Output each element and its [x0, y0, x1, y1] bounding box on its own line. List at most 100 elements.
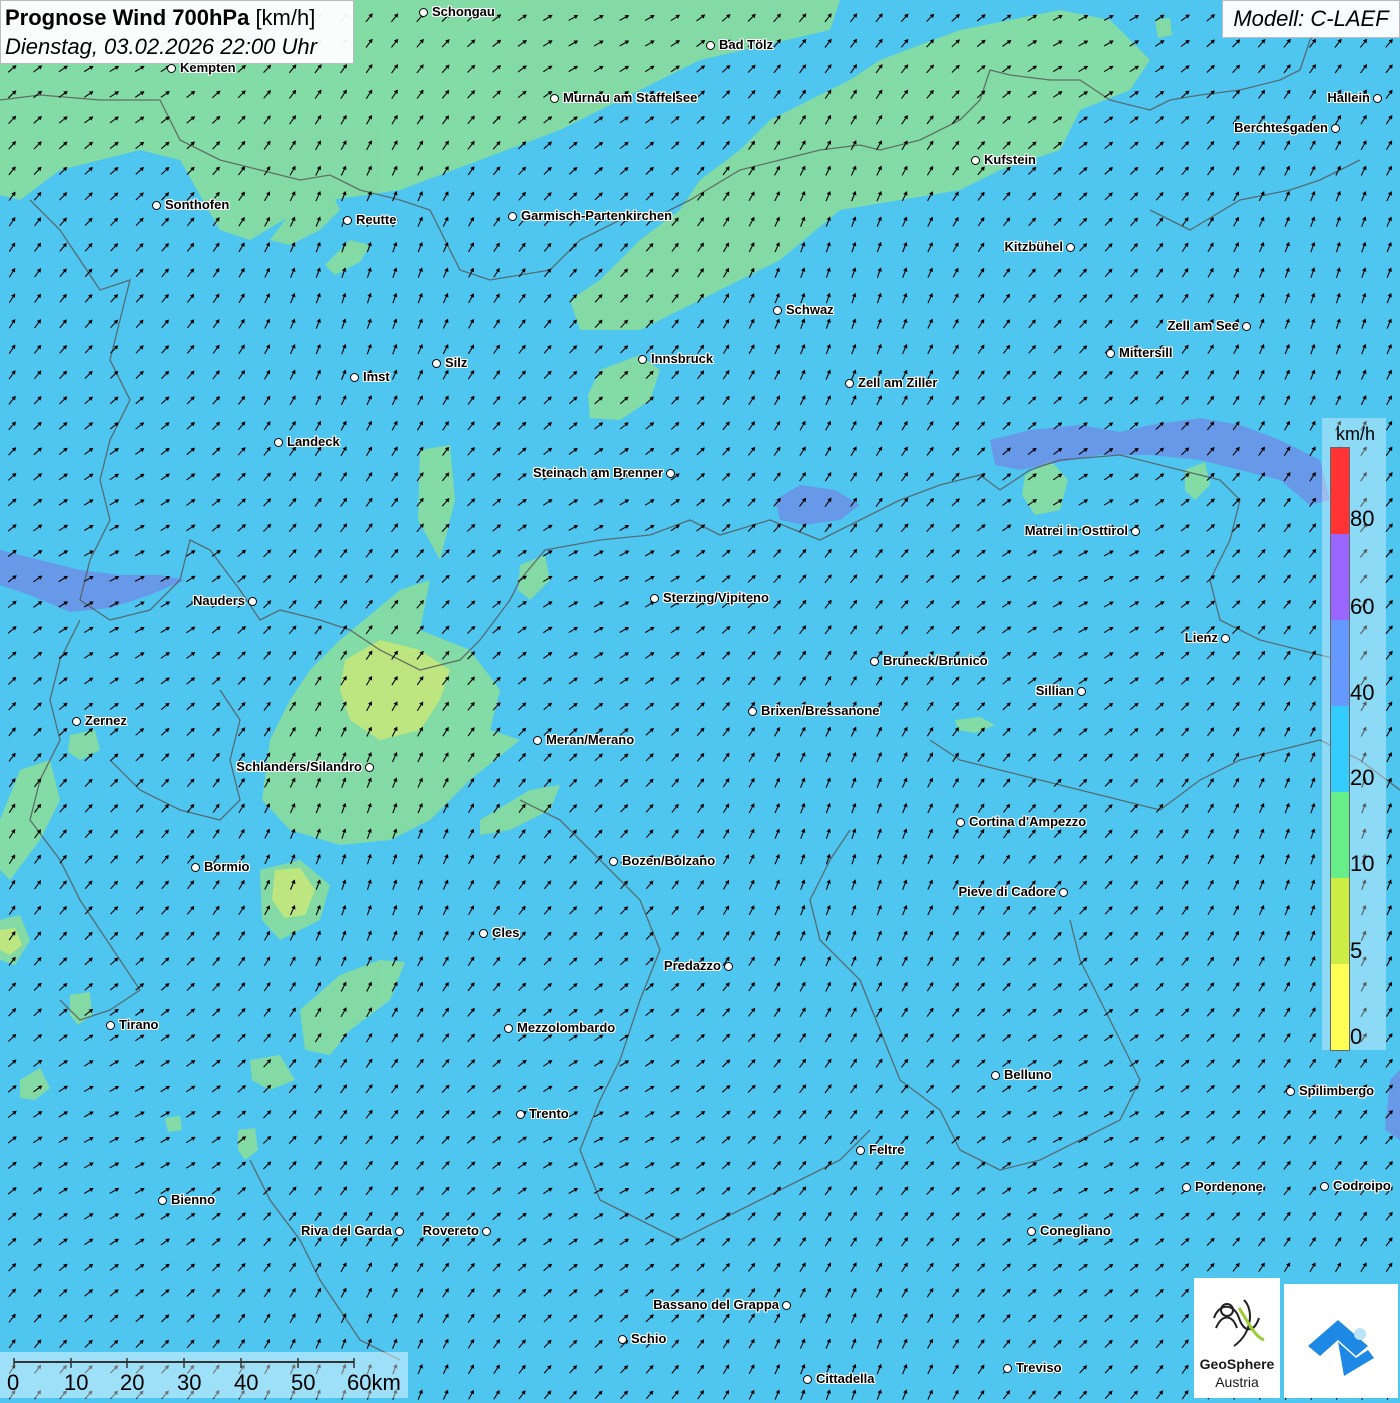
city-label: Sonthofen	[165, 197, 230, 212]
city-label: Rovereto	[422, 1223, 479, 1238]
legend-tick-label: 80	[1350, 506, 1375, 531]
city-label: Pordenone	[1195, 1179, 1263, 1194]
city-marker-icon	[1066, 243, 1075, 252]
legend-swatch	[1331, 448, 1349, 534]
city-label: Meran/Merano	[546, 732, 635, 747]
city-marker-icon	[248, 597, 257, 606]
city-marker-icon	[508, 212, 517, 221]
legend-swatch	[1331, 878, 1349, 964]
city-marker-icon	[748, 707, 757, 716]
city-label: Sillian	[1035, 683, 1074, 698]
city-label: Treviso	[1016, 1360, 1062, 1375]
city-marker-icon	[1131, 527, 1140, 536]
city-label: Garmisch-Partenkirchen	[521, 208, 673, 223]
scale-label: 60km	[347, 1370, 401, 1395]
city-label: Schlanders/Silandro	[236, 759, 362, 774]
city-marker-icon	[1182, 1183, 1191, 1192]
city-marker-icon	[106, 1021, 115, 1030]
city-marker-icon	[1221, 634, 1230, 643]
city-label: Cortina d'Ampezzo	[969, 814, 1087, 829]
city-label: Belluno	[1004, 1067, 1052, 1082]
scale-label: 30	[177, 1370, 202, 1395]
city-marker-icon	[803, 1375, 812, 1384]
city-marker-icon	[782, 1301, 791, 1310]
geosphere-name: GeoSphere	[1199, 1356, 1275, 1372]
city-marker-icon	[516, 1110, 525, 1119]
legend-swatch	[1331, 620, 1349, 706]
scale-label: 40	[234, 1370, 259, 1395]
city-marker-icon	[419, 8, 428, 17]
city-marker-icon	[274, 438, 283, 447]
title-main: Prognose Wind 700hPa	[5, 5, 250, 30]
city-label: Cles	[492, 925, 520, 940]
city-marker-icon	[991, 1071, 1000, 1080]
city-label: Tirano	[119, 1017, 159, 1032]
city-marker-icon	[432, 359, 441, 368]
city-label: Zell am See	[1167, 318, 1239, 333]
legend-swatch	[1331, 706, 1349, 792]
city-label: Schongau	[432, 4, 495, 19]
city-label: Spilimbergo	[1299, 1083, 1375, 1098]
city-label: Brixen/Bressanone	[761, 703, 880, 718]
geosphere-emblem-icon	[1213, 1299, 1265, 1347]
city-marker-icon	[845, 379, 854, 388]
city-label: Bormio	[204, 859, 250, 874]
city-label: Landeck	[287, 434, 340, 449]
city-marker-icon	[533, 736, 542, 745]
city-marker-icon	[158, 1196, 167, 1205]
city-label: Steinach am Brenner	[532, 465, 663, 480]
scale-label: 50	[291, 1370, 316, 1395]
city-marker-icon	[956, 818, 965, 827]
city-marker-icon	[1003, 1364, 1012, 1373]
city-label: Innsbruck	[651, 351, 714, 366]
city-label: Cittadella	[816, 1371, 875, 1386]
title-box: Prognose Wind 700hPa [km/h] Dienstag, 03…	[0, 0, 354, 64]
geosphere-country: Austria	[1215, 1374, 1259, 1390]
city-marker-icon	[971, 156, 980, 165]
city-label: Feltre	[869, 1142, 905, 1157]
city-label: Hallein	[1327, 90, 1370, 105]
city-marker-icon	[167, 64, 176, 73]
city-marker-icon	[152, 201, 161, 210]
app-logo	[1284, 1284, 1398, 1398]
city-marker-icon	[550, 94, 559, 103]
city-label: Schio	[631, 1331, 667, 1346]
city-marker-icon	[1373, 94, 1382, 103]
legend-unit: km/h	[1336, 424, 1376, 444]
legend-tick-label: 10	[1350, 851, 1375, 876]
legend-swatch	[1331, 534, 1349, 620]
city-label: Schwaz	[786, 302, 834, 317]
scale-label: 20	[120, 1370, 145, 1395]
legend-tick-label: 60	[1350, 594, 1375, 619]
city-label: Matrei in Osttirol	[1024, 523, 1128, 538]
city-marker-icon	[856, 1146, 865, 1155]
city-marker-icon	[365, 763, 374, 772]
city-marker-icon	[1331, 124, 1340, 133]
legend-tick-label: 40	[1350, 680, 1375, 705]
city-label: Sterzing/Vipiteno	[663, 590, 769, 605]
city-label: Bienno	[171, 1192, 216, 1207]
city-label: Pieve di Cadore	[958, 884, 1056, 899]
city-label: Zell am Ziller	[858, 375, 938, 390]
city-label: Conegliano	[1040, 1223, 1111, 1238]
city-label: Trento	[529, 1106, 569, 1121]
city-label: Mezzolombardo	[517, 1020, 616, 1035]
city-marker-icon	[618, 1335, 627, 1344]
city-marker-icon	[870, 657, 879, 666]
city-marker-icon	[1059, 888, 1068, 897]
city-marker-icon	[479, 929, 488, 938]
legend-tick-label: 0	[1350, 1024, 1363, 1049]
forecast-datetime: Dienstag, 03.02.2026 22:00 Uhr	[5, 34, 317, 59]
city-marker-icon	[72, 717, 81, 726]
city-marker-icon	[1286, 1087, 1295, 1096]
city-marker-icon	[666, 469, 675, 478]
legend-swatch	[1331, 792, 1349, 878]
city-label: Imst	[363, 369, 390, 384]
geosphere-logo: GeoSphere Austria	[1194, 1278, 1280, 1398]
city-label: Silz	[445, 355, 468, 370]
app-logo-icon	[1308, 1320, 1374, 1376]
city-marker-icon	[724, 962, 733, 971]
city-marker-icon	[1077, 687, 1086, 696]
city-marker-icon	[343, 216, 352, 225]
city-label: Mittersill	[1119, 345, 1173, 360]
